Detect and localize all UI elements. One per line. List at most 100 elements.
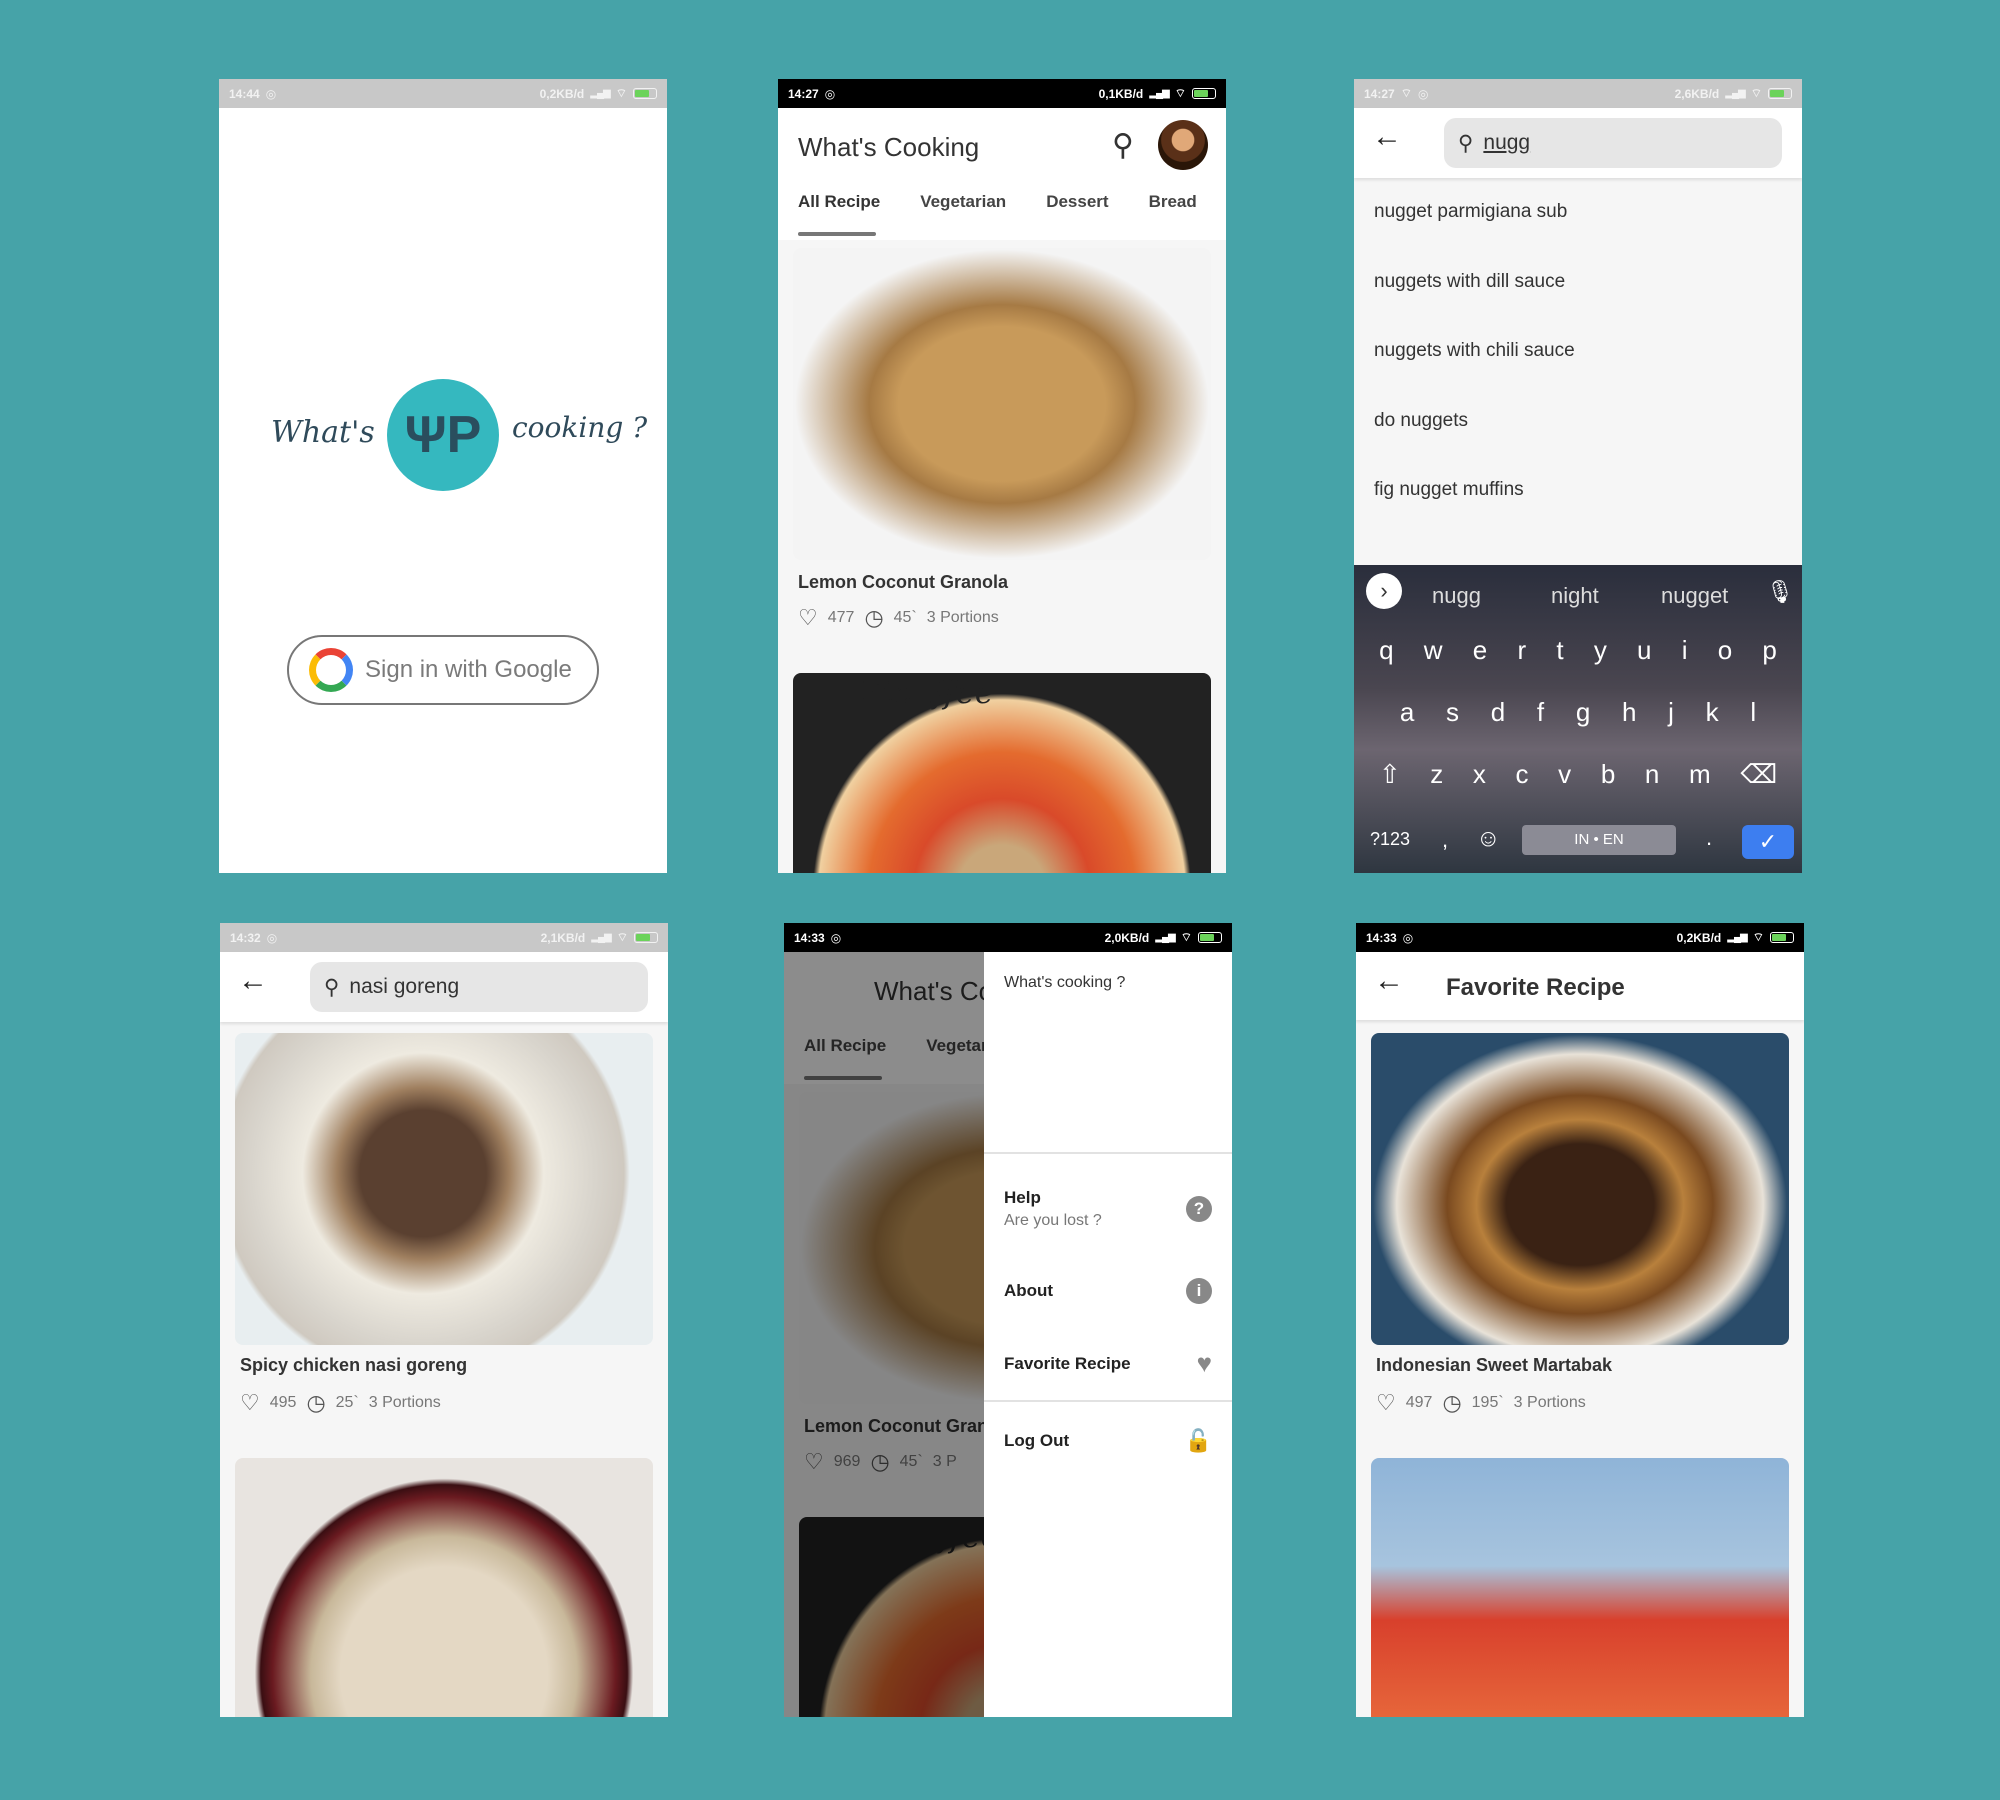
recipe-title[interactable]: Spicy chicken nasi goreng xyxy=(240,1355,467,1376)
recipe-meta: ♡ 477 ◷ 45` 3 Portions xyxy=(798,605,999,631)
key[interactable]: v xyxy=(1558,759,1571,790)
key[interactable]: q xyxy=(1379,635,1393,666)
prediction-item[interactable]: nugg xyxy=(1432,583,1481,609)
enter-check-icon[interactable]: ✓ xyxy=(1742,825,1794,859)
suggestion-item[interactable]: fig nugget muffins xyxy=(1374,479,1524,501)
back-arrow-icon[interactable]: ← xyxy=(238,964,268,998)
tab-dessert[interactable]: Dessert xyxy=(1046,192,1108,212)
key[interactable]: a xyxy=(1400,697,1414,728)
key[interactable]: d xyxy=(1491,697,1505,728)
app-logo: What's ΨP cooking ? xyxy=(219,379,667,494)
drawer-item-favorite[interactable]: Favorite Recipe ♥ xyxy=(1004,1348,1212,1379)
key[interactable]: h xyxy=(1622,697,1636,728)
period-key[interactable]: . xyxy=(1706,825,1712,851)
whatsapp-icon: ◎ xyxy=(824,86,836,101)
clock-icon: ◷ xyxy=(1442,1390,1462,1415)
recipe-photo-martabak[interactable] xyxy=(1371,1033,1789,1345)
avatar[interactable] xyxy=(1158,120,1208,170)
recipe-photo-fried-rice[interactable] xyxy=(235,1458,653,1717)
search-icon[interactable]: ⚲ xyxy=(1112,128,1134,163)
chevron-right-icon[interactable]: › xyxy=(1366,573,1402,609)
status-bar: 14:32 ◎ 2,1KB/d ▂▄▆ ⌔ xyxy=(220,923,668,952)
suggestion-item[interactable]: nuggets with chili sauce xyxy=(1374,340,1575,362)
search-input[interactable]: ⚲ nugg xyxy=(1444,118,1782,168)
key[interactable]: t xyxy=(1556,635,1563,666)
key[interactable]: m xyxy=(1689,759,1711,790)
prediction-item[interactable]: nugget xyxy=(1661,583,1728,609)
key[interactable]: f xyxy=(1537,697,1544,728)
phone-login-screen: 14:44 ◎ 0,2KB/d ▂▄▆ ⌔ What's ΨP cooking ? S… xyxy=(219,79,667,873)
comma-key[interactable]: , xyxy=(1442,827,1448,853)
search-input[interactable]: ⚲ nasi goreng xyxy=(310,962,648,1012)
key[interactable]: x xyxy=(1473,759,1486,790)
key-row-1: q w e r t y u i o p xyxy=(1354,635,1802,666)
key-row-3: ⇧ z x c v b n m ⌫ xyxy=(1354,759,1802,790)
shift-icon[interactable]: ⇧ xyxy=(1379,759,1401,790)
key[interactable]: s xyxy=(1446,697,1459,728)
wifi-icon: ⌔ xyxy=(1752,930,1764,944)
prediction-item[interactable]: night xyxy=(1551,583,1599,609)
key[interactable]: u xyxy=(1637,635,1651,666)
like-count: 497 xyxy=(1405,1394,1433,1411)
network-speed: 0,2KB/d xyxy=(539,86,585,101)
google-sign-in-button[interactable]: Sign in with Google xyxy=(287,635,599,705)
key[interactable]: n xyxy=(1645,759,1659,790)
divider xyxy=(984,1400,1232,1402)
divider xyxy=(984,1152,1232,1154)
key[interactable]: j xyxy=(1668,697,1674,728)
recipe-title[interactable]: Indonesian Sweet Martabak xyxy=(1376,1355,1612,1376)
key[interactable]: p xyxy=(1762,635,1776,666)
recipe-photo-etouffee[interactable]: Etouffee xyxy=(793,673,1211,873)
key[interactable]: l xyxy=(1750,697,1756,728)
tab-bread[interactable]: Bread xyxy=(1149,192,1197,212)
app-header: What's Cooking ⚲ All Recipe Vegetarian D… xyxy=(778,108,1226,240)
emoji-icon[interactable]: ☺ xyxy=(1476,825,1501,853)
info-icon: i xyxy=(1186,1278,1212,1304)
back-arrow-icon[interactable]: ← xyxy=(1374,964,1404,998)
whatsapp-icon: ◎ xyxy=(265,86,277,101)
recipe-photo-granola[interactable] xyxy=(793,248,1211,560)
drawer-item-logout[interactable]: Log Out 🔓 xyxy=(1004,1428,1212,1454)
status-time: 14:33 xyxy=(1366,930,1397,945)
tab-all-recipe[interactable]: All Recipe xyxy=(798,192,880,212)
back-arrow-icon[interactable]: ← xyxy=(1372,120,1402,154)
space-bar[interactable]: IN • EN xyxy=(1522,825,1676,855)
portions: 3 Portions xyxy=(1513,1394,1586,1411)
recipe-title[interactable]: Lemon Coconut Granola xyxy=(798,572,1008,593)
key[interactable]: y xyxy=(1594,635,1607,666)
logo-text-whats: What's xyxy=(271,415,375,450)
like-count: 495 xyxy=(269,1394,297,1411)
key[interactable]: i xyxy=(1682,635,1688,666)
drawer-item-help[interactable]: Help Are you lost ? ? xyxy=(1004,1188,1212,1230)
recipe-photo-nasi-goreng[interactable] xyxy=(235,1033,653,1345)
soft-keyboard: › nugg night nugget 🎙 q w e r t y u i o … xyxy=(1354,565,1802,873)
status-time: 14:33 xyxy=(794,930,825,945)
heart-icon[interactable]: ♡ xyxy=(798,605,818,631)
category-tabs: All Recipe Vegetarian Dessert Bread xyxy=(798,192,1197,212)
symbols-key[interactable]: ?123 xyxy=(1370,829,1410,850)
portions: 3 Portions xyxy=(926,609,999,626)
heart-icon[interactable]: ♡ xyxy=(240,1390,260,1416)
key[interactable]: o xyxy=(1718,635,1732,666)
heart-icon[interactable]: ♡ xyxy=(1376,1390,1396,1416)
key[interactable]: w xyxy=(1424,635,1443,666)
clock-icon: ◷ xyxy=(306,1390,326,1415)
drawer-item-about[interactable]: About i xyxy=(1004,1278,1212,1304)
backspace-icon[interactable]: ⌫ xyxy=(1740,759,1777,790)
suggestion-item[interactable]: nugget parmigiana sub xyxy=(1374,201,1567,223)
recipe-photo-drinks[interactable] xyxy=(1371,1458,1789,1717)
signal-icon: ▂▄▆ xyxy=(591,932,611,943)
key[interactable]: e xyxy=(1473,635,1487,666)
tab-vegetarian[interactable]: Vegetarian xyxy=(920,192,1006,212)
key[interactable]: c xyxy=(1516,759,1529,790)
suggestion-item[interactable]: do nuggets xyxy=(1374,410,1468,432)
suggestion-item[interactable]: nuggets with dill sauce xyxy=(1374,271,1565,293)
key[interactable]: b xyxy=(1601,759,1615,790)
key[interactable]: g xyxy=(1576,697,1590,728)
wifi-icon: ⌔ xyxy=(1174,86,1186,100)
key[interactable]: k xyxy=(1706,697,1719,728)
microphone-icon[interactable]: 🎙 xyxy=(1766,579,1794,605)
page-header: ← Favorite Recipe xyxy=(1356,952,1804,1020)
key[interactable]: z xyxy=(1430,759,1443,790)
key[interactable]: r xyxy=(1517,635,1526,666)
